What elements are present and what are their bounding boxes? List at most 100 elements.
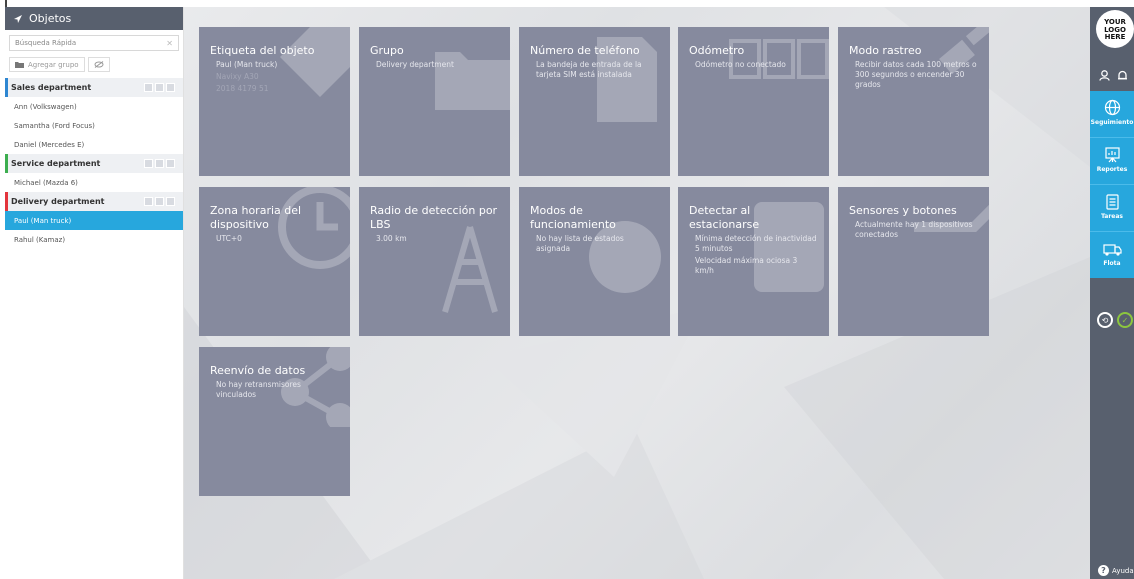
add-group-button[interactable]: Agregar grupo	[9, 57, 85, 72]
group-chat-icon[interactable]	[166, 83, 175, 92]
tile-detail: Paul (Man truck)	[216, 60, 278, 69]
app-root: Objetos Búsqueda Rápida ✕ Agregar grupo …	[0, 0, 1134, 579]
group-chat-icon[interactable]	[166, 159, 175, 168]
group-list: Sales department Ann (Volkswagen) Samantha…	[5, 78, 183, 249]
lbs-radius-tile[interactable]: Radio de detección por LBS 3.00 km	[359, 187, 510, 336]
top-strip	[0, 0, 1134, 7]
help-icon: ?	[1098, 565, 1109, 576]
group-select-icon[interactable]	[144, 197, 153, 206]
antenna-icon	[442, 226, 498, 313]
group-actions	[144, 159, 175, 168]
phone-number-tile[interactable]: Número de teléfono La bandeja de entrada …	[519, 27, 670, 176]
bell-icon[interactable]	[1117, 70, 1128, 81]
tile-title: Modo rastreo	[849, 44, 922, 57]
nav-reports[interactable]: Reportes	[1090, 138, 1134, 184]
tile-title: Número de teléfono	[530, 44, 640, 57]
group-color-bar	[5, 154, 8, 173]
history-icon[interactable]: ⟲	[1097, 312, 1113, 328]
group-tile[interactable]: Grupo Delivery department	[359, 27, 510, 176]
right-navigation-bar: YOUR LOGO HERE Seguimiento Reportes Tareas…	[1090, 7, 1134, 579]
quick-search-input[interactable]: Búsqueda Rápida ✕	[9, 35, 179, 51]
globe-icon	[1104, 99, 1120, 116]
tile-detail: Recibir datos cada 100 metros o 300 segu…	[855, 60, 977, 89]
tile-detail: UTC+0	[216, 234, 242, 243]
top-mark	[5, 0, 7, 7]
company-logo[interactable]: YOUR LOGO HERE	[1096, 10, 1134, 48]
group-actions	[144, 83, 175, 92]
group-select-icon[interactable]	[144, 83, 153, 92]
tile-detail: Mínima detección de inactividad 5 minuto…	[695, 234, 817, 253]
group-chat-icon[interactable]	[166, 197, 175, 206]
presentation-icon	[1104, 147, 1120, 163]
tile-title: Detectar al estacionarse	[689, 204, 760, 231]
add-group-label: Agregar grupo	[28, 60, 79, 69]
tile-title: Zona horaria del dispositivo	[210, 204, 302, 231]
group-name: Service department	[11, 159, 101, 168]
timezone-tile[interactable]: Zona horaria del dispositivo UTC+0	[199, 187, 350, 336]
navigation-arrow-icon	[14, 14, 22, 23]
object-list-item[interactable]: Rahul (Kamaz)	[5, 230, 183, 249]
object-list-item[interactable]: Samantha (Ford Focus)	[5, 116, 183, 135]
tile-title: Grupo	[370, 44, 404, 57]
user-tools	[1099, 70, 1128, 81]
object-list-item[interactable]: Paul (Man truck)	[5, 211, 183, 230]
object-list-item[interactable]: Ann (Volkswagen)	[5, 97, 183, 116]
tracking-mode-tile[interactable]: Modo rastreo Recibir datos cada 100 metro…	[838, 27, 989, 176]
visibility-toggle-button[interactable]	[87, 57, 110, 72]
odometer-tile[interactable]: Odómetro Odómetro no conectado	[678, 27, 829, 176]
help-label: Ayuda	[1112, 566, 1134, 575]
group-header[interactable]: Sales department	[5, 78, 183, 97]
group-color-bar	[5, 78, 8, 97]
objects-panel-title: Objetos	[29, 12, 72, 25]
tile-title: Modos de funcionamiento	[530, 204, 616, 231]
folder-icon	[15, 62, 24, 68]
nav-tasks[interactable]: Tareas	[1090, 185, 1134, 231]
objects-toolbar: Agregar grupo	[9, 57, 179, 72]
hidden-eye-icon	[94, 61, 104, 68]
nav-tasks-label: Tareas	[1100, 213, 1124, 220]
sensors-buttons-tile[interactable]: Sensores y botones Actualmente hay 1 disp…	[838, 187, 989, 336]
objects-panel: Objetos Búsqueda Rápida ✕ Agregar grupo …	[5, 7, 184, 579]
group-name: Delivery department	[11, 197, 105, 206]
nav-tracking[interactable]: Seguimiento	[1090, 91, 1134, 137]
tile-title: Odómetro	[689, 44, 745, 57]
tile-detail: Velocidad máxima ociosa 3 km/h	[695, 256, 798, 275]
connection-status-icon[interactable]: ✓	[1117, 312, 1133, 328]
operation-modes-tile[interactable]: Modos de funcionamiento No hay lista de e…	[519, 187, 670, 336]
quick-actions: ⟲ ✓	[1097, 312, 1133, 328]
tile-title: Sensores y botones	[849, 204, 957, 217]
group-edit-icon[interactable]	[155, 197, 164, 206]
object-list-item[interactable]: Daniel (Mercedes E)	[5, 135, 183, 154]
group-edit-icon[interactable]	[155, 159, 164, 168]
object-label-tile[interactable]: Etiqueta del objeto Paul (Man truck) Navix…	[199, 27, 350, 176]
group-header[interactable]: Delivery department	[5, 192, 183, 211]
object-list-item[interactable]: Michael (Mazda 6)	[5, 173, 183, 192]
tile-detail: 3.00 km	[376, 234, 407, 243]
quick-search-placeholder: Búsqueda Rápida	[15, 39, 77, 47]
tile-detail: No hay retransmisores vinculados	[216, 380, 301, 399]
group-select-icon[interactable]	[144, 159, 153, 168]
tile-detail: Navixy A30	[216, 72, 259, 81]
nav-fleet[interactable]: Flota	[1090, 232, 1134, 278]
object-settings-area: Etiqueta del objeto Paul (Man truck) Navix…	[184, 7, 1090, 579]
clipboard-icon	[1105, 194, 1119, 210]
group-actions	[144, 197, 175, 206]
tile-detail: Odómetro no conectado	[695, 60, 786, 69]
truck-icon	[1102, 244, 1122, 256]
nav-reports-label: Reportes	[1096, 166, 1128, 173]
group-header[interactable]: Service department	[5, 154, 183, 173]
group-edit-icon[interactable]	[155, 83, 164, 92]
tile-title: Radio de detección por LBS	[370, 204, 498, 231]
help-button[interactable]: ? Ayuda	[1098, 565, 1134, 576]
tile-title: Etiqueta del objeto	[210, 44, 315, 57]
tile-title: Reenvío de datos	[210, 364, 306, 377]
objects-panel-header: Objetos	[5, 7, 183, 30]
tile-detail: Actualmente hay 1 dispositivos conectado…	[855, 220, 973, 239]
nav-tracking-label: Seguimiento	[1090, 119, 1134, 126]
parking-detection-tile[interactable]: Detectar al estacionarse Mínima detección…	[678, 187, 829, 336]
user-icon[interactable]	[1099, 70, 1110, 81]
data-forwarding-tile[interactable]: Reenvío de datos No hay retransmisores vi…	[199, 347, 350, 496]
clear-search-icon[interactable]: ✕	[166, 39, 173, 48]
group-color-bar	[5, 192, 8, 211]
tile-detail: 2018 4179 51	[216, 84, 269, 93]
